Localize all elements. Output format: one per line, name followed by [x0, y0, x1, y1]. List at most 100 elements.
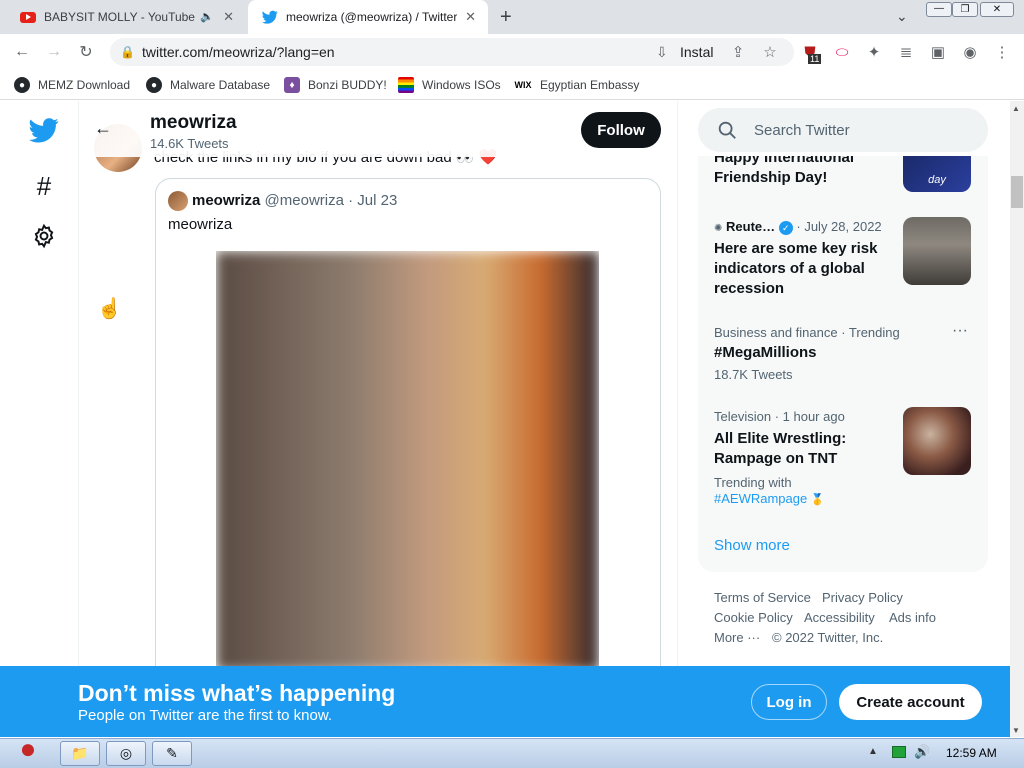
mouse-cursor-hand-icon: ☝ [97, 298, 122, 320]
forward-button[interactable]: → [42, 40, 66, 64]
back-button[interactable]: ← [10, 40, 34, 64]
quoted-tweet-date[interactable]: · Jul 23 [348, 192, 397, 209]
reload-button[interactable]: ↻ [74, 40, 98, 64]
column-divider [677, 101, 678, 737]
bookmark-label: Egyptian Embassy [540, 78, 640, 92]
explore-hashtag-icon[interactable]: # [28, 170, 60, 202]
trend-item-count: 18.7K Tweets [714, 367, 793, 382]
volume-tray-icon[interactable]: 🔊 [914, 744, 930, 760]
media-controls-icon[interactable]: ≣ [896, 42, 916, 62]
wrestling-thumbnail[interactable] [903, 407, 971, 475]
trend-item-meta: Business and finance · Trending [714, 325, 900, 340]
tab-youtube[interactable]: BABYSIT MOLLY - YouTube 🔈 ✕ [8, 0, 246, 34]
new-tab-button[interactable]: + [500, 6, 512, 29]
minimize-button[interactable]: — [926, 2, 952, 17]
footer-more-link[interactable]: More ··· [714, 630, 760, 645]
scroll-down-arrow-icon[interactable]: ▼ [1012, 726, 1020, 735]
search-input[interactable] [742, 108, 972, 152]
github-icon: ● [146, 77, 162, 93]
column-divider [78, 101, 79, 737]
twitter-bird-icon [262, 10, 278, 24]
bookmark-malware-db[interactable]: ● Malware Database [146, 76, 270, 94]
quoted-tweet-text: meowriza [168, 216, 233, 233]
app-taskbar-icon[interactable]: ✎ [152, 741, 192, 766]
tray-expand-icon[interactable]: ▲ [868, 746, 878, 757]
explorer-taskbar-icon[interactable]: 📁 [60, 741, 100, 766]
footer-accessibility-link[interactable]: Accessibility [804, 610, 875, 625]
bookmark-windows-isos[interactable]: Windows ISOs [398, 76, 501, 94]
scrollbar-thumb[interactable] [1011, 176, 1023, 208]
chrome-taskbar-icon[interactable]: ◎ [106, 741, 146, 766]
footer-ads-link[interactable]: Ads info [889, 610, 936, 625]
bookmark-label: Malware Database [170, 78, 271, 92]
settings-gear-icon[interactable] [28, 220, 60, 252]
trend-date: · July 28, 2022 [796, 219, 882, 234]
follow-button[interactable]: Follow [581, 112, 661, 148]
verified-badge-icon: ✓ [778, 220, 793, 235]
photo-placeholder [216, 251, 599, 671]
trend-item-title[interactable]: All Elite Wrestling: Rampage on TNT [714, 429, 894, 469]
quoted-author-handle[interactable]: @meowriza [265, 192, 344, 209]
friendship-day-thumbnail[interactable]: day [903, 156, 971, 192]
battery-tray-icon[interactable] [892, 746, 906, 758]
tweet-count: 14.6K Tweets [150, 136, 229, 151]
close-icon[interactable]: ✕ [223, 9, 234, 25]
back-arrow-icon[interactable]: ← [94, 118, 112, 139]
tab-title: meowriza (@meowriza) / Twitter [286, 10, 458, 24]
profile-avatar-icon[interactable]: ◉ [960, 42, 980, 62]
more-options-icon[interactable]: ··· [952, 322, 968, 340]
tab-title: BABYSIT MOLLY - YouTube [44, 10, 195, 24]
footer-terms-link[interactable]: Terms of Service [714, 590, 811, 605]
twitter-logo-icon[interactable] [28, 114, 60, 146]
bonzi-icon: ♦ [284, 77, 300, 93]
youtube-icon [20, 11, 36, 23]
trend-item-sub: Trending with [714, 475, 792, 490]
trend-item-title[interactable]: Here are some key risk indicators of a g… [714, 239, 894, 299]
footer-cookie-link[interactable]: Cookie Policy [714, 610, 793, 625]
banner-title: Don’t miss what’s happening [78, 680, 396, 706]
belt-emoji-icon: 🥇 [810, 494, 825, 506]
quoted-tweet-header: meowriza @meowriza · Jul 23 [192, 192, 397, 209]
trend-item-meta: ✺ Reute… ✓ · July 28, 2022 [714, 219, 882, 235]
lock-icon[interactable]: 🔒 [120, 45, 135, 59]
close-window-button[interactable]: ✕ [980, 2, 1014, 17]
footer-privacy-link[interactable]: Privacy Policy [822, 590, 903, 605]
bookmark-label: MEMZ Download [38, 78, 131, 92]
start-button-icon[interactable]: ● [6, 730, 50, 768]
avatar[interactable] [168, 191, 188, 211]
bookmark-star-icon[interactable]: ☆ [760, 42, 780, 62]
install-button[interactable]: Instal [680, 44, 713, 60]
trend-source: Reute… [726, 219, 776, 234]
extensions-puzzle-icon[interactable]: ✦ [864, 42, 884, 62]
tab-search-chevron-icon[interactable]: ⌄ [896, 8, 908, 25]
bookmark-memz[interactable]: ● MEMZ Download [14, 76, 130, 94]
install-icon[interactable]: ⇩ [656, 44, 668, 61]
show-more-link[interactable]: Show more [714, 537, 790, 554]
taskbar-clock[interactable]: 12:59 AM [946, 746, 997, 760]
extension-badge-count: 11 [808, 54, 822, 64]
quoted-author-name[interactable]: meowriza [192, 192, 260, 209]
trend-item-title[interactable]: #MegaMillions [714, 343, 817, 363]
bookmark-bonzi[interactable]: ♦ Bonzi BUDDY! [284, 76, 387, 94]
trend-hashtag-link[interactable]: #AEWRampage 🥇 [714, 491, 825, 506]
side-panel-icon[interactable]: ▣ [928, 42, 948, 62]
hashtag-text[interactable]: #AEWRampage [714, 491, 807, 506]
login-button[interactable]: Log in [751, 684, 827, 720]
reuters-logo-icon: ✺ [714, 223, 723, 234]
bookmark-egyptian-embassy[interactable]: WIX Egyptian Embassy [514, 76, 640, 94]
windows-flag-icon [398, 77, 414, 93]
share-icon[interactable]: ⇪ [728, 42, 748, 62]
url-text[interactable]: twitter.com/meowriza/?lang=en [142, 44, 335, 60]
audio-icon[interactable]: 🔈 [200, 10, 214, 23]
search-icon [718, 121, 736, 139]
close-icon[interactable]: ✕ [465, 9, 476, 25]
scroll-up-arrow-icon[interactable]: ▲ [1012, 104, 1020, 113]
create-account-button[interactable]: Create account [839, 684, 982, 720]
profile-name: meowriza [150, 112, 237, 133]
tab-twitter[interactable]: meowriza (@meowriza) / Twitter ✕ [248, 0, 488, 34]
trans-flag-extension-icon[interactable]: ⬭ [832, 42, 852, 62]
tweet-photo[interactable] [216, 251, 599, 671]
restore-button[interactable]: ❐ [952, 2, 978, 17]
wall-street-thumbnail[interactable] [903, 217, 971, 285]
more-menu-icon[interactable]: ⋮ [992, 42, 1012, 62]
